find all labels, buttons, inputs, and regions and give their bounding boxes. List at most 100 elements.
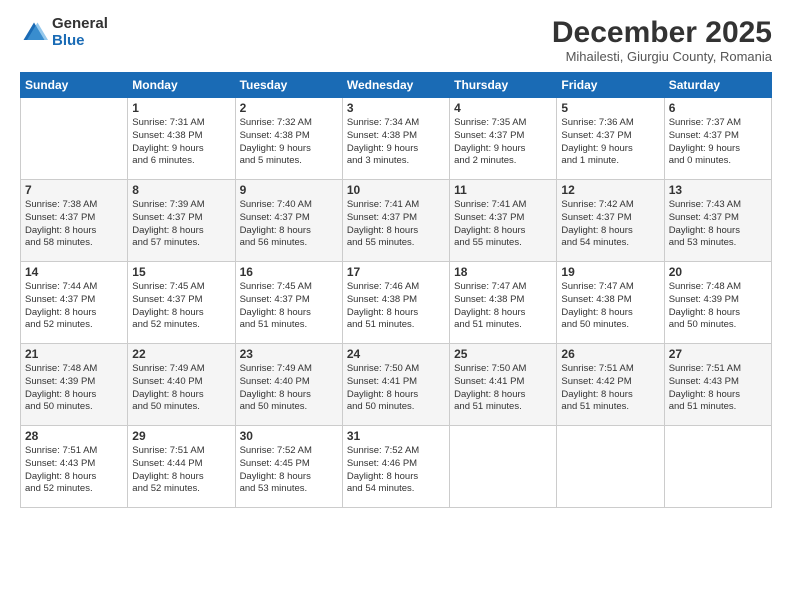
day-number: 2 bbox=[240, 101, 338, 115]
day-number: 15 bbox=[132, 265, 230, 279]
day-number: 4 bbox=[454, 101, 552, 115]
day-number: 23 bbox=[240, 347, 338, 361]
calendar-table: SundayMondayTuesdayWednesdayThursdayFrid… bbox=[20, 72, 772, 508]
calendar-cell: 9 Sunrise: 7:40 AM Sunset: 4:37 PM Daylig… bbox=[235, 180, 342, 262]
day-info: Sunrise: 7:52 AM Sunset: 4:45 PM Dayligh… bbox=[240, 445, 338, 496]
day-number: 24 bbox=[347, 347, 445, 361]
header: General Blue December 2025 Mihailesti, G… bbox=[20, 16, 772, 64]
day-info: Sunrise: 7:39 AM Sunset: 4:37 PM Dayligh… bbox=[132, 199, 230, 250]
logo: General Blue bbox=[20, 16, 108, 49]
day-info: Sunrise: 7:35 AM Sunset: 4:37 PM Dayligh… bbox=[454, 117, 552, 168]
day-info: Sunrise: 7:38 AM Sunset: 4:37 PM Dayligh… bbox=[25, 199, 123, 250]
calendar-cell: 19 Sunrise: 7:47 AM Sunset: 4:38 PM Dayli… bbox=[557, 262, 664, 344]
day-info: Sunrise: 7:47 AM Sunset: 4:38 PM Dayligh… bbox=[561, 281, 659, 332]
weekday-header: Tuesday bbox=[235, 73, 342, 98]
day-number: 27 bbox=[669, 347, 767, 361]
calendar-week-row: 7 Sunrise: 7:38 AM Sunset: 4:37 PM Daylig… bbox=[21, 180, 772, 262]
day-info: Sunrise: 7:45 AM Sunset: 4:37 PM Dayligh… bbox=[132, 281, 230, 332]
day-number: 9 bbox=[240, 183, 338, 197]
day-info: Sunrise: 7:49 AM Sunset: 4:40 PM Dayligh… bbox=[240, 363, 338, 414]
calendar-cell: 11Sunrise: 7:41 AM Sunset: 4:37 PM Dayli… bbox=[450, 180, 557, 262]
calendar-cell: 16 Sunrise: 7:45 AM Sunset: 4:37 PM Dayli… bbox=[235, 262, 342, 344]
day-number: 5 bbox=[561, 101, 659, 115]
calendar-cell: 24Sunrise: 7:50 AM Sunset: 4:41 PM Dayli… bbox=[342, 344, 449, 426]
day-info: Sunrise: 7:46 AM Sunset: 4:38 PM Dayligh… bbox=[347, 281, 445, 332]
calendar-cell: 18Sunrise: 7:47 AM Sunset: 4:38 PM Dayli… bbox=[450, 262, 557, 344]
calendar-cell: 26 Sunrise: 7:51 AM Sunset: 4:42 PM Dayli… bbox=[557, 344, 664, 426]
calendar-week-row: 1 Sunrise: 7:31 AM Sunset: 4:38 PM Daylig… bbox=[21, 98, 772, 180]
day-number: 20 bbox=[669, 265, 767, 279]
logo-icon bbox=[20, 19, 48, 47]
day-number: 1 bbox=[132, 101, 230, 115]
day-info: Sunrise: 7:41 AM Sunset: 4:37 PM Dayligh… bbox=[454, 199, 552, 250]
calendar-cell bbox=[450, 426, 557, 508]
day-info: Sunrise: 7:52 AM Sunset: 4:46 PM Dayligh… bbox=[347, 445, 445, 496]
day-info: Sunrise: 7:31 AM Sunset: 4:38 PM Dayligh… bbox=[132, 117, 230, 168]
logo-blue: Blue bbox=[52, 33, 108, 50]
day-info: Sunrise: 7:51 AM Sunset: 4:43 PM Dayligh… bbox=[25, 445, 123, 496]
day-info: Sunrise: 7:51 AM Sunset: 4:42 PM Dayligh… bbox=[561, 363, 659, 414]
calendar-cell: 3 Sunrise: 7:34 AM Sunset: 4:38 PM Daylig… bbox=[342, 98, 449, 180]
day-number: 22 bbox=[132, 347, 230, 361]
calendar-header-row: SundayMondayTuesdayWednesdayThursdayFrid… bbox=[21, 73, 772, 98]
day-info: Sunrise: 7:37 AM Sunset: 4:37 PM Dayligh… bbox=[669, 117, 767, 168]
day-info: Sunrise: 7:51 AM Sunset: 4:44 PM Dayligh… bbox=[132, 445, 230, 496]
calendar-cell: 31Sunrise: 7:52 AM Sunset: 4:46 PM Dayli… bbox=[342, 426, 449, 508]
day-number: 19 bbox=[561, 265, 659, 279]
day-number: 3 bbox=[347, 101, 445, 115]
day-info: Sunrise: 7:44 AM Sunset: 4:37 PM Dayligh… bbox=[25, 281, 123, 332]
calendar-cell: 27 Sunrise: 7:51 AM Sunset: 4:43 PM Dayli… bbox=[664, 344, 771, 426]
day-info: Sunrise: 7:48 AM Sunset: 4:39 PM Dayligh… bbox=[669, 281, 767, 332]
weekday-header: Monday bbox=[128, 73, 235, 98]
day-info: Sunrise: 7:36 AM Sunset: 4:37 PM Dayligh… bbox=[561, 117, 659, 168]
calendar-cell: 30Sunrise: 7:52 AM Sunset: 4:45 PM Dayli… bbox=[235, 426, 342, 508]
day-number: 26 bbox=[561, 347, 659, 361]
day-number: 12 bbox=[561, 183, 659, 197]
calendar-week-row: 14 Sunrise: 7:44 AM Sunset: 4:37 PM Dayli… bbox=[21, 262, 772, 344]
logo-text: General Blue bbox=[52, 16, 108, 49]
calendar-cell: 21 Sunrise: 7:48 AM Sunset: 4:39 PM Dayli… bbox=[21, 344, 128, 426]
day-info: Sunrise: 7:43 AM Sunset: 4:37 PM Dayligh… bbox=[669, 199, 767, 250]
calendar-cell: 14 Sunrise: 7:44 AM Sunset: 4:37 PM Dayli… bbox=[21, 262, 128, 344]
calendar-cell: 8Sunrise: 7:39 AM Sunset: 4:37 PM Daylig… bbox=[128, 180, 235, 262]
day-info: Sunrise: 7:45 AM Sunset: 4:37 PM Dayligh… bbox=[240, 281, 338, 332]
day-number: 7 bbox=[25, 183, 123, 197]
day-number: 14 bbox=[25, 265, 123, 279]
weekday-header: Friday bbox=[557, 73, 664, 98]
day-number: 28 bbox=[25, 429, 123, 443]
month-title: December 2025 bbox=[552, 16, 772, 49]
day-number: 10 bbox=[347, 183, 445, 197]
calendar-cell: 17Sunrise: 7:46 AM Sunset: 4:38 PM Dayli… bbox=[342, 262, 449, 344]
day-info: Sunrise: 7:48 AM Sunset: 4:39 PM Dayligh… bbox=[25, 363, 123, 414]
weekday-header: Thursday bbox=[450, 73, 557, 98]
day-number: 21 bbox=[25, 347, 123, 361]
location: Mihailesti, Giurgiu County, Romania bbox=[552, 49, 772, 64]
day-info: Sunrise: 7:49 AM Sunset: 4:40 PM Dayligh… bbox=[132, 363, 230, 414]
weekday-header: Sunday bbox=[21, 73, 128, 98]
title-block: December 2025 Mihailesti, Giurgiu County… bbox=[552, 16, 772, 64]
calendar-cell: 5 Sunrise: 7:36 AM Sunset: 4:37 PM Daylig… bbox=[557, 98, 664, 180]
calendar-cell: 15 Sunrise: 7:45 AM Sunset: 4:37 PM Dayli… bbox=[128, 262, 235, 344]
calendar-week-row: 28 Sunrise: 7:51 AM Sunset: 4:43 PM Dayli… bbox=[21, 426, 772, 508]
day-number: 16 bbox=[240, 265, 338, 279]
weekday-header: Wednesday bbox=[342, 73, 449, 98]
day-info: Sunrise: 7:34 AM Sunset: 4:38 PM Dayligh… bbox=[347, 117, 445, 168]
calendar-cell bbox=[664, 426, 771, 508]
calendar-cell: 22 Sunrise: 7:49 AM Sunset: 4:40 PM Dayli… bbox=[128, 344, 235, 426]
day-info: Sunrise: 7:50 AM Sunset: 4:41 PM Dayligh… bbox=[454, 363, 552, 414]
calendar-cell: 4 Sunrise: 7:35 AM Sunset: 4:37 PM Daylig… bbox=[450, 98, 557, 180]
calendar-cell: 20 Sunrise: 7:48 AM Sunset: 4:39 PM Dayli… bbox=[664, 262, 771, 344]
calendar-cell bbox=[557, 426, 664, 508]
day-number: 25 bbox=[454, 347, 552, 361]
page: General Blue December 2025 Mihailesti, G… bbox=[0, 0, 792, 612]
calendar-cell: 13Sunrise: 7:43 AM Sunset: 4:37 PM Dayli… bbox=[664, 180, 771, 262]
calendar-cell: 23 Sunrise: 7:49 AM Sunset: 4:40 PM Dayli… bbox=[235, 344, 342, 426]
day-info: Sunrise: 7:51 AM Sunset: 4:43 PM Dayligh… bbox=[669, 363, 767, 414]
calendar-cell: 12Sunrise: 7:42 AM Sunset: 4:37 PM Dayli… bbox=[557, 180, 664, 262]
day-info: Sunrise: 7:32 AM Sunset: 4:38 PM Dayligh… bbox=[240, 117, 338, 168]
weekday-header: Saturday bbox=[664, 73, 771, 98]
logo-general: General bbox=[52, 16, 108, 33]
calendar-cell bbox=[21, 98, 128, 180]
calendar-cell: 1 Sunrise: 7:31 AM Sunset: 4:38 PM Daylig… bbox=[128, 98, 235, 180]
day-info: Sunrise: 7:40 AM Sunset: 4:37 PM Dayligh… bbox=[240, 199, 338, 250]
